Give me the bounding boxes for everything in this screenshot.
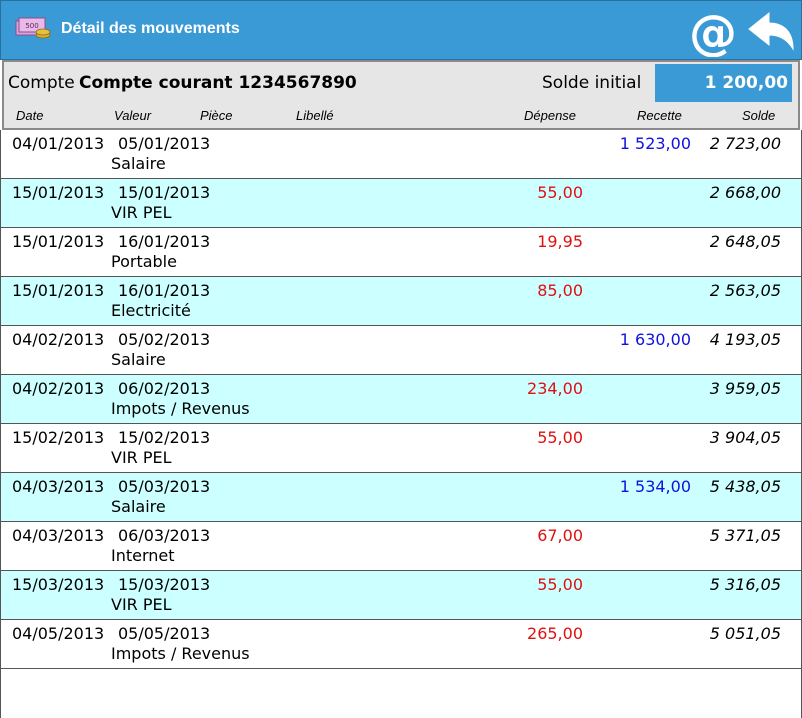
valeur-cell: 05/02/2013 xyxy=(118,330,211,349)
libelle-cell: Portable xyxy=(111,252,177,271)
solde-cell: 2 648,05 xyxy=(709,232,781,251)
libelle-cell: Salaire xyxy=(111,154,166,173)
solde-cell: 2 668,00 xyxy=(709,183,781,202)
table-row[interactable]: 15/02/2013 15/02/2013 VIR PEL 55,00 3 90… xyxy=(0,424,802,473)
empty-list-area xyxy=(0,669,802,718)
date-cell: 04/02/2013 xyxy=(12,379,105,398)
column-header-date: Date xyxy=(16,108,44,123)
depense-cell: 55,00 xyxy=(537,575,583,594)
svg-text:500: 500 xyxy=(25,22,38,30)
table-row[interactable]: 04/01/2013 05/01/2013 Salaire 1 523,00 2… xyxy=(0,130,802,179)
recette-cell: 1 630,00 xyxy=(619,330,691,349)
column-header-solde: Solde xyxy=(742,108,776,123)
title-bar: 500 Détail des mouvements @ xyxy=(0,0,802,60)
page-title: Détail des mouvements xyxy=(61,20,240,37)
account-header: Compte Compte courant 1234567890 Solde i… xyxy=(2,60,800,130)
depense-cell: 85,00 xyxy=(537,281,583,300)
table-row[interactable]: 04/03/2013 06/03/2013 Internet 67,00 5 3… xyxy=(0,522,802,571)
svg-text:@: @ xyxy=(689,7,737,57)
date-cell: 04/03/2013 xyxy=(12,526,105,545)
date-cell: 15/03/2013 xyxy=(12,575,105,594)
valeur-cell: 05/01/2013 xyxy=(118,134,211,153)
date-cell: 04/02/2013 xyxy=(12,330,105,349)
column-header-depense: Dépense xyxy=(524,108,577,123)
table-row[interactable]: 15/03/2013 15/03/2013 VIR PEL 55,00 5 31… xyxy=(0,571,802,620)
valeur-cell: 16/01/2013 xyxy=(118,232,211,251)
column-header-valeur: Valeur xyxy=(114,108,152,123)
valeur-cell: 15/03/2013 xyxy=(118,575,211,594)
column-header-recette: Recette xyxy=(637,108,682,123)
valeur-cell: 15/01/2013 xyxy=(118,183,211,202)
table-row[interactable]: 15/01/2013 16/01/2013 Electricité 85,00 … xyxy=(0,277,802,326)
money-icon: 500 xyxy=(15,17,51,39)
solde-cell: 5 051,05 xyxy=(709,624,781,643)
depense-cell: 55,00 xyxy=(537,428,583,447)
transaction-list: 04/01/2013 05/01/2013 Salaire 1 523,00 2… xyxy=(0,130,802,669)
solde-cell: 4 193,05 xyxy=(709,330,781,349)
valeur-cell: 15/02/2013 xyxy=(118,428,211,447)
table-row[interactable]: 04/02/2013 06/02/2013 Impots / Revenus 2… xyxy=(0,375,802,424)
solde-cell: 2 563,05 xyxy=(709,281,781,300)
depense-cell: 265,00 xyxy=(527,624,583,643)
libelle-cell: VIR PEL xyxy=(111,595,172,614)
libelle-cell: Internet xyxy=(111,546,175,565)
libelle-cell: Impots / Revenus xyxy=(111,399,250,418)
solde-cell: 5 371,05 xyxy=(709,526,781,545)
solde-cell: 5 316,05 xyxy=(709,575,781,594)
libelle-cell: Salaire xyxy=(111,350,166,369)
libelle-cell: VIR PEL xyxy=(111,203,172,222)
date-cell: 15/01/2013 xyxy=(12,281,105,300)
solde-cell: 3 904,05 xyxy=(709,428,781,447)
back-arrow-icon[interactable] xyxy=(745,9,797,55)
table-row[interactable]: 04/03/2013 05/03/2013 Salaire 1 534,00 5… xyxy=(0,473,802,522)
date-cell: 04/05/2013 xyxy=(12,624,105,643)
valeur-cell: 06/02/2013 xyxy=(118,379,211,398)
libelle-cell: Impots / Revenus xyxy=(111,644,250,663)
depense-cell: 234,00 xyxy=(527,379,583,398)
depense-cell: 67,00 xyxy=(537,526,583,545)
at-sign-icon[interactable]: @ xyxy=(687,7,739,57)
solde-cell: 2 723,00 xyxy=(709,134,781,153)
libelle-cell: Electricité xyxy=(111,301,191,320)
table-row[interactable]: 15/01/2013 15/01/2013 VIR PEL 55,00 2 66… xyxy=(0,179,802,228)
account-name: Compte courant 1234567890 xyxy=(79,73,357,93)
valeur-cell: 16/01/2013 xyxy=(118,281,211,300)
valeur-cell: 06/03/2013 xyxy=(118,526,211,545)
initial-balance-label: Solde initial xyxy=(542,73,642,93)
table-row[interactable]: 04/02/2013 05/02/2013 Salaire 1 630,00 4… xyxy=(0,326,802,375)
account-label: Compte xyxy=(8,73,75,93)
date-cell: 15/01/2013 xyxy=(12,183,105,202)
valeur-cell: 05/03/2013 xyxy=(118,477,211,496)
column-header-piece: Pièce xyxy=(200,108,233,123)
recette-cell: 1 523,00 xyxy=(619,134,691,153)
solde-cell: 5 438,05 xyxy=(709,477,781,496)
date-cell: 15/01/2013 xyxy=(12,232,105,251)
depense-cell: 19,95 xyxy=(537,232,583,251)
depense-cell: 55,00 xyxy=(537,183,583,202)
valeur-cell: 05/05/2013 xyxy=(118,624,211,643)
column-header-libelle: Libellé xyxy=(296,108,334,123)
solde-cell: 3 959,05 xyxy=(709,379,781,398)
date-cell: 04/01/2013 xyxy=(12,134,105,153)
libelle-cell: Salaire xyxy=(111,497,166,516)
initial-balance-value[interactable]: 1 200,00 xyxy=(655,64,792,102)
table-row[interactable]: 04/05/2013 05/05/2013 Impots / Revenus 2… xyxy=(0,620,802,669)
table-row[interactable]: 15/01/2013 16/01/2013 Portable 19,95 2 6… xyxy=(0,228,802,277)
date-cell: 04/03/2013 xyxy=(12,477,105,496)
date-cell: 15/02/2013 xyxy=(12,428,105,447)
libelle-cell: VIR PEL xyxy=(111,448,172,467)
recette-cell: 1 534,00 xyxy=(619,477,691,496)
